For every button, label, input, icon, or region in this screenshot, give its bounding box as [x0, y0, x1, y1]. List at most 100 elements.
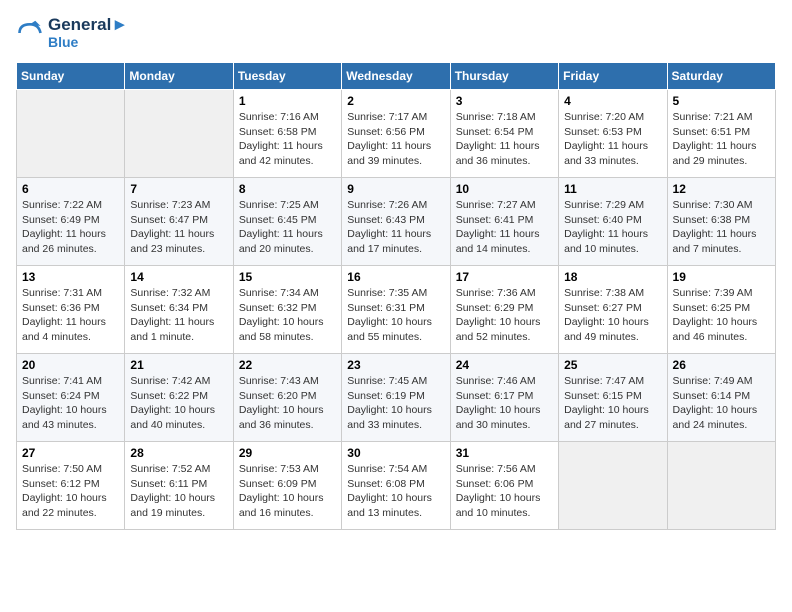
calendar-day-cell: 15 Sunrise: 7:34 AM Sunset: 6:32 PM Dayl… [233, 266, 341, 354]
calendar-week-row: 1 Sunrise: 7:16 AM Sunset: 6:58 PM Dayli… [17, 90, 776, 178]
sunrise-text: Sunrise: 7:45 AM [347, 374, 444, 389]
calendar-day-cell: 26 Sunrise: 7:49 AM Sunset: 6:14 PM Dayl… [667, 354, 775, 442]
sunset-text: Sunset: 6:19 PM [347, 389, 444, 404]
day-number: 12 [673, 182, 770, 196]
day-detail: Sunrise: 7:23 AM Sunset: 6:47 PM Dayligh… [130, 198, 227, 257]
day-detail: Sunrise: 7:29 AM Sunset: 6:40 PM Dayligh… [564, 198, 661, 257]
sunrise-text: Sunrise: 7:46 AM [456, 374, 553, 389]
sunset-text: Sunset: 6:08 PM [347, 477, 444, 492]
sunrise-text: Sunrise: 7:56 AM [456, 462, 553, 477]
calendar-day-cell: 14 Sunrise: 7:32 AM Sunset: 6:34 PM Dayl… [125, 266, 233, 354]
sunset-text: Sunset: 6:40 PM [564, 213, 661, 228]
sunrise-text: Sunrise: 7:27 AM [456, 198, 553, 213]
calendar-day-cell: 24 Sunrise: 7:46 AM Sunset: 6:17 PM Dayl… [450, 354, 558, 442]
sunrise-text: Sunrise: 7:49 AM [673, 374, 770, 389]
sunset-text: Sunset: 6:54 PM [456, 125, 553, 140]
calendar-header-wednesday: Wednesday [342, 63, 450, 90]
sunset-text: Sunset: 6:34 PM [130, 301, 227, 316]
calendar-day-cell: 13 Sunrise: 7:31 AM Sunset: 6:36 PM Dayl… [17, 266, 125, 354]
calendar-header-sunday: Sunday [17, 63, 125, 90]
sunset-text: Sunset: 6:14 PM [673, 389, 770, 404]
sunrise-text: Sunrise: 7:29 AM [564, 198, 661, 213]
calendar-day-cell [125, 90, 233, 178]
sunrise-text: Sunrise: 7:23 AM [130, 198, 227, 213]
calendar-day-cell: 20 Sunrise: 7:41 AM Sunset: 6:24 PM Dayl… [17, 354, 125, 442]
calendar-day-cell: 25 Sunrise: 7:47 AM Sunset: 6:15 PM Dayl… [559, 354, 667, 442]
daylight-text: Daylight: 11 hours and 1 minute. [130, 315, 227, 344]
day-number: 29 [239, 446, 336, 460]
day-detail: Sunrise: 7:46 AM Sunset: 6:17 PM Dayligh… [456, 374, 553, 433]
day-number: 30 [347, 446, 444, 460]
calendar-day-cell [17, 90, 125, 178]
sunrise-text: Sunrise: 7:52 AM [130, 462, 227, 477]
calendar-day-cell: 29 Sunrise: 7:53 AM Sunset: 6:09 PM Dayl… [233, 442, 341, 530]
day-number: 18 [564, 270, 661, 284]
daylight-text: Daylight: 10 hours and 43 minutes. [22, 403, 119, 432]
day-detail: Sunrise: 7:25 AM Sunset: 6:45 PM Dayligh… [239, 198, 336, 257]
sunrise-text: Sunrise: 7:38 AM [564, 286, 661, 301]
day-detail: Sunrise: 7:39 AM Sunset: 6:25 PM Dayligh… [673, 286, 770, 345]
day-number: 4 [564, 94, 661, 108]
calendar-header-row: SundayMondayTuesdayWednesdayThursdayFrid… [17, 63, 776, 90]
sunset-text: Sunset: 6:20 PM [239, 389, 336, 404]
daylight-text: Daylight: 10 hours and 27 minutes. [564, 403, 661, 432]
calendar-day-cell: 4 Sunrise: 7:20 AM Sunset: 6:53 PM Dayli… [559, 90, 667, 178]
daylight-text: Daylight: 11 hours and 4 minutes. [22, 315, 119, 344]
sunset-text: Sunset: 6:24 PM [22, 389, 119, 404]
calendar-header-saturday: Saturday [667, 63, 775, 90]
sunrise-text: Sunrise: 7:34 AM [239, 286, 336, 301]
day-number: 6 [22, 182, 119, 196]
day-number: 15 [239, 270, 336, 284]
sunset-text: Sunset: 6:27 PM [564, 301, 661, 316]
daylight-text: Daylight: 10 hours and 16 minutes. [239, 491, 336, 520]
day-number: 14 [130, 270, 227, 284]
sunset-text: Sunset: 6:12 PM [22, 477, 119, 492]
page-header: General► Blue [16, 16, 776, 50]
day-detail: Sunrise: 7:20 AM Sunset: 6:53 PM Dayligh… [564, 110, 661, 169]
daylight-text: Daylight: 11 hours and 36 minutes. [456, 139, 553, 168]
day-number: 8 [239, 182, 336, 196]
daylight-text: Daylight: 10 hours and 40 minutes. [130, 403, 227, 432]
calendar-day-cell: 31 Sunrise: 7:56 AM Sunset: 6:06 PM Dayl… [450, 442, 558, 530]
sunset-text: Sunset: 6:47 PM [130, 213, 227, 228]
calendar-day-cell [667, 442, 775, 530]
daylight-text: Daylight: 11 hours and 7 minutes. [673, 227, 770, 256]
calendar-day-cell: 8 Sunrise: 7:25 AM Sunset: 6:45 PM Dayli… [233, 178, 341, 266]
daylight-text: Daylight: 10 hours and 10 minutes. [456, 491, 553, 520]
daylight-text: Daylight: 10 hours and 55 minutes. [347, 315, 444, 344]
calendar-header-friday: Friday [559, 63, 667, 90]
day-number: 2 [347, 94, 444, 108]
sunset-text: Sunset: 6:06 PM [456, 477, 553, 492]
daylight-text: Daylight: 11 hours and 14 minutes. [456, 227, 553, 256]
sunset-text: Sunset: 6:25 PM [673, 301, 770, 316]
daylight-text: Daylight: 10 hours and 22 minutes. [22, 491, 119, 520]
calendar-day-cell: 30 Sunrise: 7:54 AM Sunset: 6:08 PM Dayl… [342, 442, 450, 530]
calendar-week-row: 27 Sunrise: 7:50 AM Sunset: 6:12 PM Dayl… [17, 442, 776, 530]
sunrise-text: Sunrise: 7:20 AM [564, 110, 661, 125]
calendar-day-cell: 17 Sunrise: 7:36 AM Sunset: 6:29 PM Dayl… [450, 266, 558, 354]
sunrise-text: Sunrise: 7:53 AM [239, 462, 336, 477]
sunset-text: Sunset: 6:45 PM [239, 213, 336, 228]
calendar-header-thursday: Thursday [450, 63, 558, 90]
day-number: 27 [22, 446, 119, 460]
sunset-text: Sunset: 6:38 PM [673, 213, 770, 228]
daylight-text: Daylight: 10 hours and 24 minutes. [673, 403, 770, 432]
sunrise-text: Sunrise: 7:54 AM [347, 462, 444, 477]
sunrise-text: Sunrise: 7:17 AM [347, 110, 444, 125]
daylight-text: Daylight: 10 hours and 33 minutes. [347, 403, 444, 432]
sunset-text: Sunset: 6:41 PM [456, 213, 553, 228]
sunrise-text: Sunrise: 7:30 AM [673, 198, 770, 213]
sunset-text: Sunset: 6:32 PM [239, 301, 336, 316]
calendar-day-cell: 1 Sunrise: 7:16 AM Sunset: 6:58 PM Dayli… [233, 90, 341, 178]
sunset-text: Sunset: 6:15 PM [564, 389, 661, 404]
sunset-text: Sunset: 6:17 PM [456, 389, 553, 404]
sunset-text: Sunset: 6:58 PM [239, 125, 336, 140]
daylight-text: Daylight: 11 hours and 26 minutes. [22, 227, 119, 256]
day-detail: Sunrise: 7:32 AM Sunset: 6:34 PM Dayligh… [130, 286, 227, 345]
sunset-text: Sunset: 6:51 PM [673, 125, 770, 140]
sunrise-text: Sunrise: 7:18 AM [456, 110, 553, 125]
day-detail: Sunrise: 7:22 AM Sunset: 6:49 PM Dayligh… [22, 198, 119, 257]
day-detail: Sunrise: 7:49 AM Sunset: 6:14 PM Dayligh… [673, 374, 770, 433]
sunset-text: Sunset: 6:09 PM [239, 477, 336, 492]
daylight-text: Daylight: 11 hours and 39 minutes. [347, 139, 444, 168]
